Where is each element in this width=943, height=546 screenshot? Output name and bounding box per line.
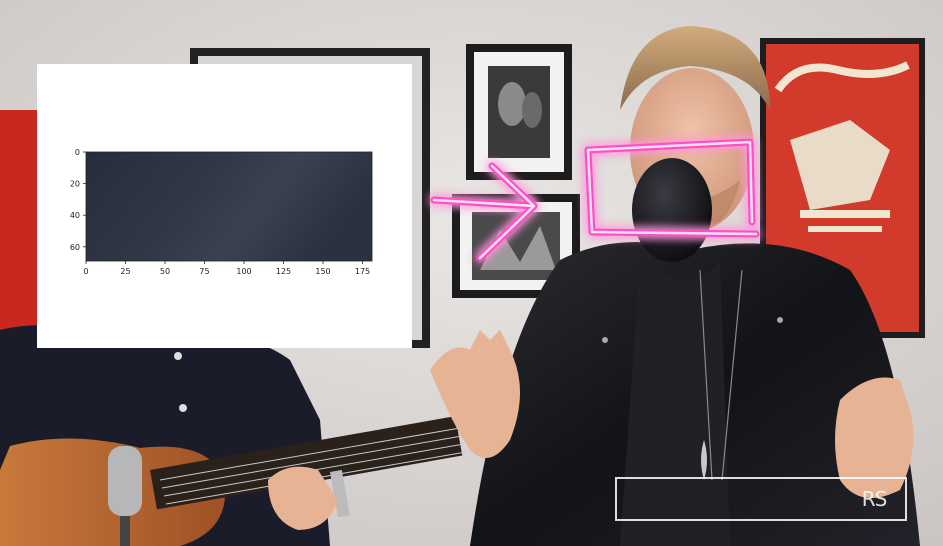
y-tick-label: 60: [70, 243, 80, 252]
y-tick-label: 40: [70, 211, 80, 220]
x-tick-label: 175: [355, 267, 370, 276]
cropped-image-plot: 0 25 50 75 100 125 150 175 0 20 40 60: [70, 148, 373, 276]
y-tick-label: 0: [75, 148, 80, 157]
framed-photo-top: [466, 44, 572, 180]
x-tick-label: 75: [199, 267, 209, 276]
x-tick-label: 25: [120, 267, 130, 276]
cropped-image: [86, 152, 372, 261]
x-tick-label: 100: [236, 267, 251, 276]
y-tick-label: 20: [70, 180, 80, 189]
x-tick-label: 0: [83, 267, 88, 276]
watermark-logo: RS: [861, 487, 888, 511]
singer-right-hand: [835, 377, 914, 498]
inset-plot-panel: 0 25 50 75 100 125 150 175 0 20 40 60: [37, 64, 412, 348]
x-tick-label: 50: [160, 267, 170, 276]
singer-microphone: [632, 158, 712, 262]
red-poster-left: [0, 110, 38, 340]
x-tick-label: 150: [315, 267, 330, 276]
x-tick-label: 125: [276, 267, 291, 276]
